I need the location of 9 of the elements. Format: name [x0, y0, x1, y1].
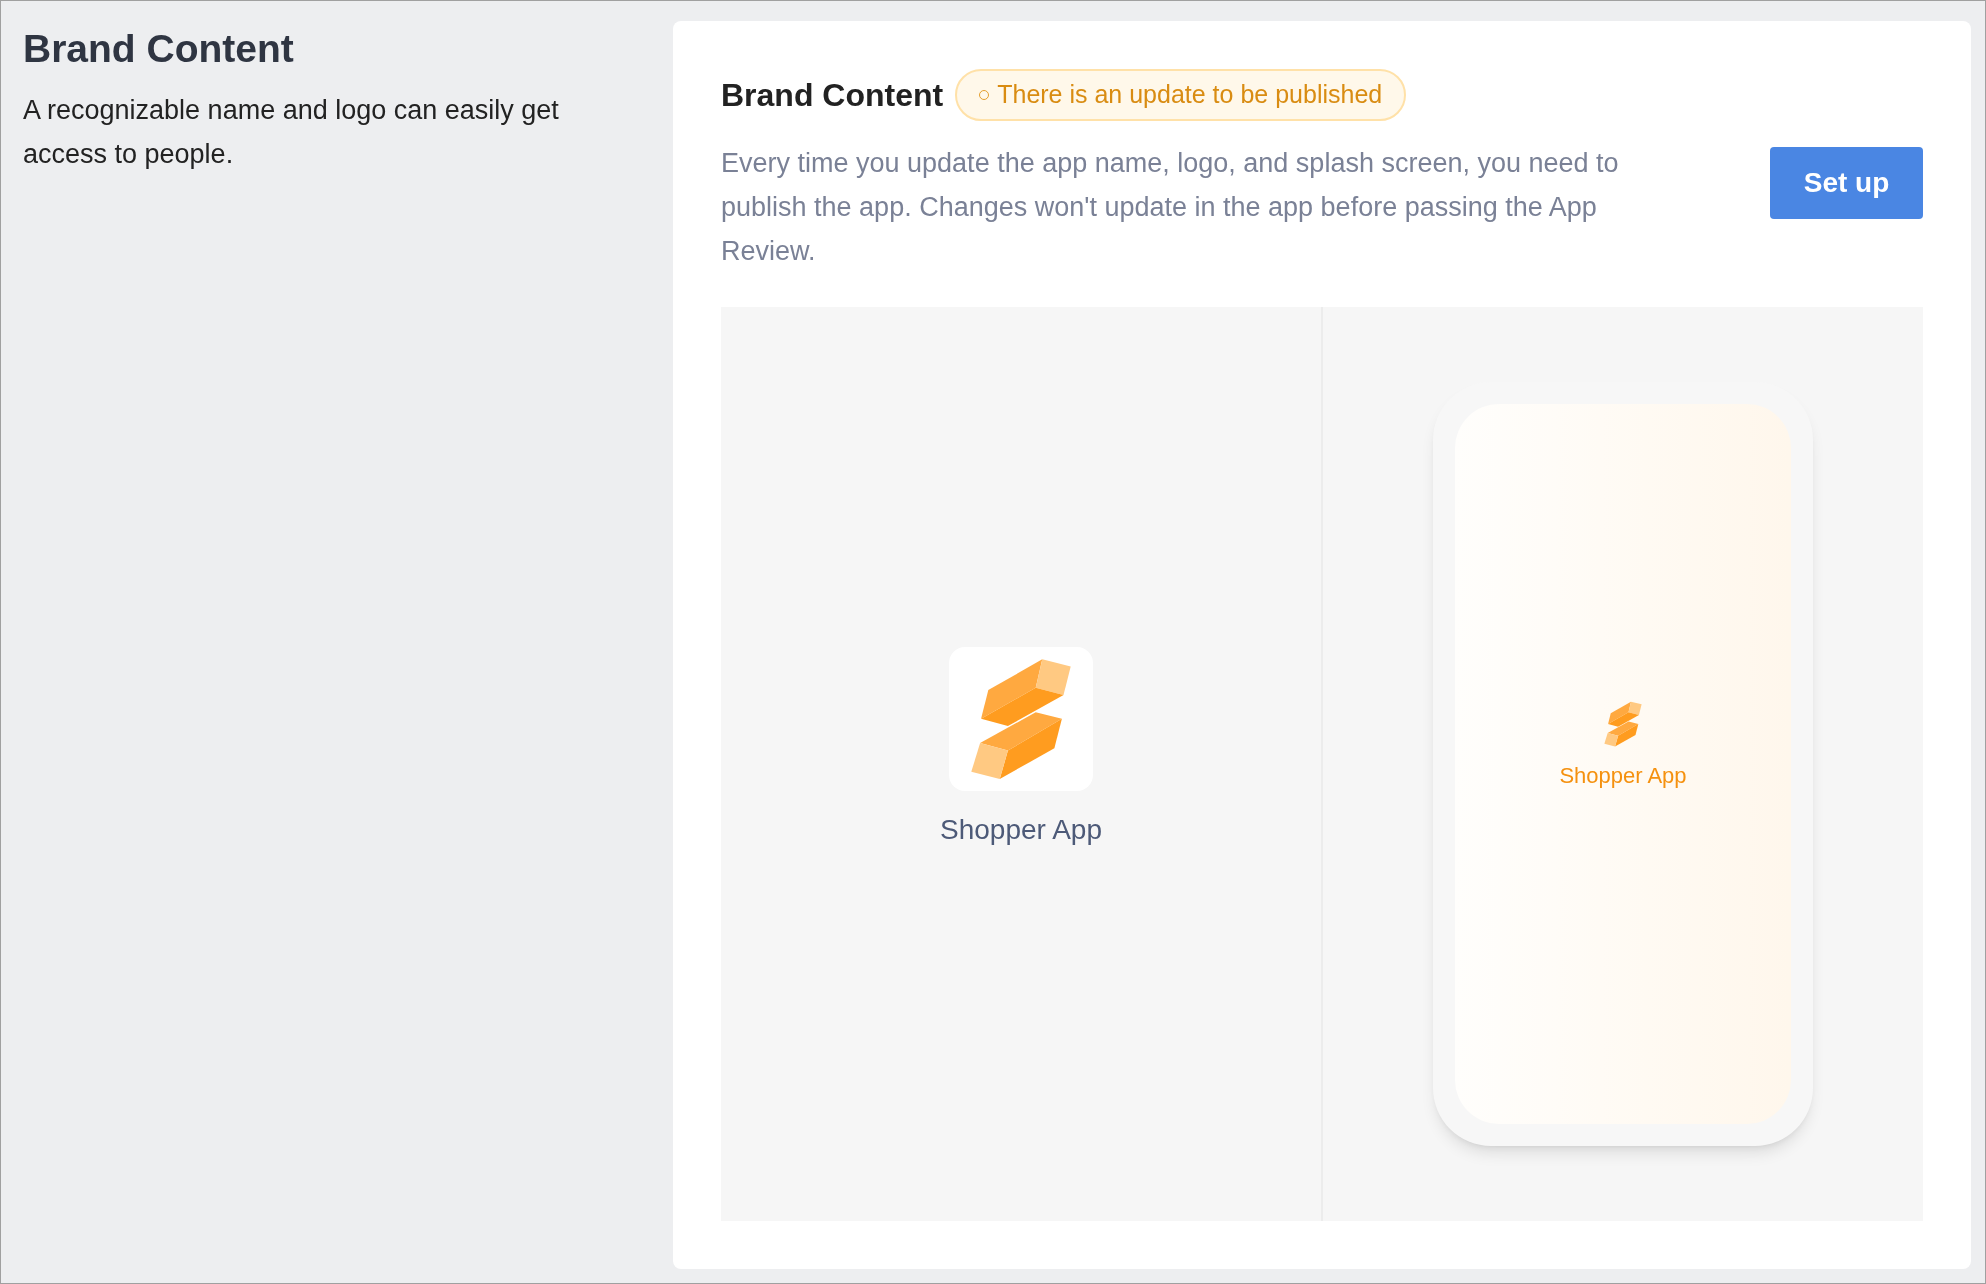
splash-app-name: Shopper App — [1559, 762, 1687, 791]
section-title: Brand Content — [23, 26, 295, 72]
logo-icon — [970, 657, 1072, 780]
set-up-button[interactable]: Set up — [1770, 146, 1923, 219]
app-name: Shopper App — [940, 812, 1102, 847]
card-description: Every time you update the app name, logo, and splash screen, you need to publish the app. Changes won't update in the app before passing the App Review. — [721, 146, 1620, 268]
section-description: A recognizable name and logo can easily get access to people. — [23, 93, 560, 171]
card-title: Brand Content — [721, 75, 944, 115]
status-badge: There is an update to be published — [955, 69, 1407, 121]
